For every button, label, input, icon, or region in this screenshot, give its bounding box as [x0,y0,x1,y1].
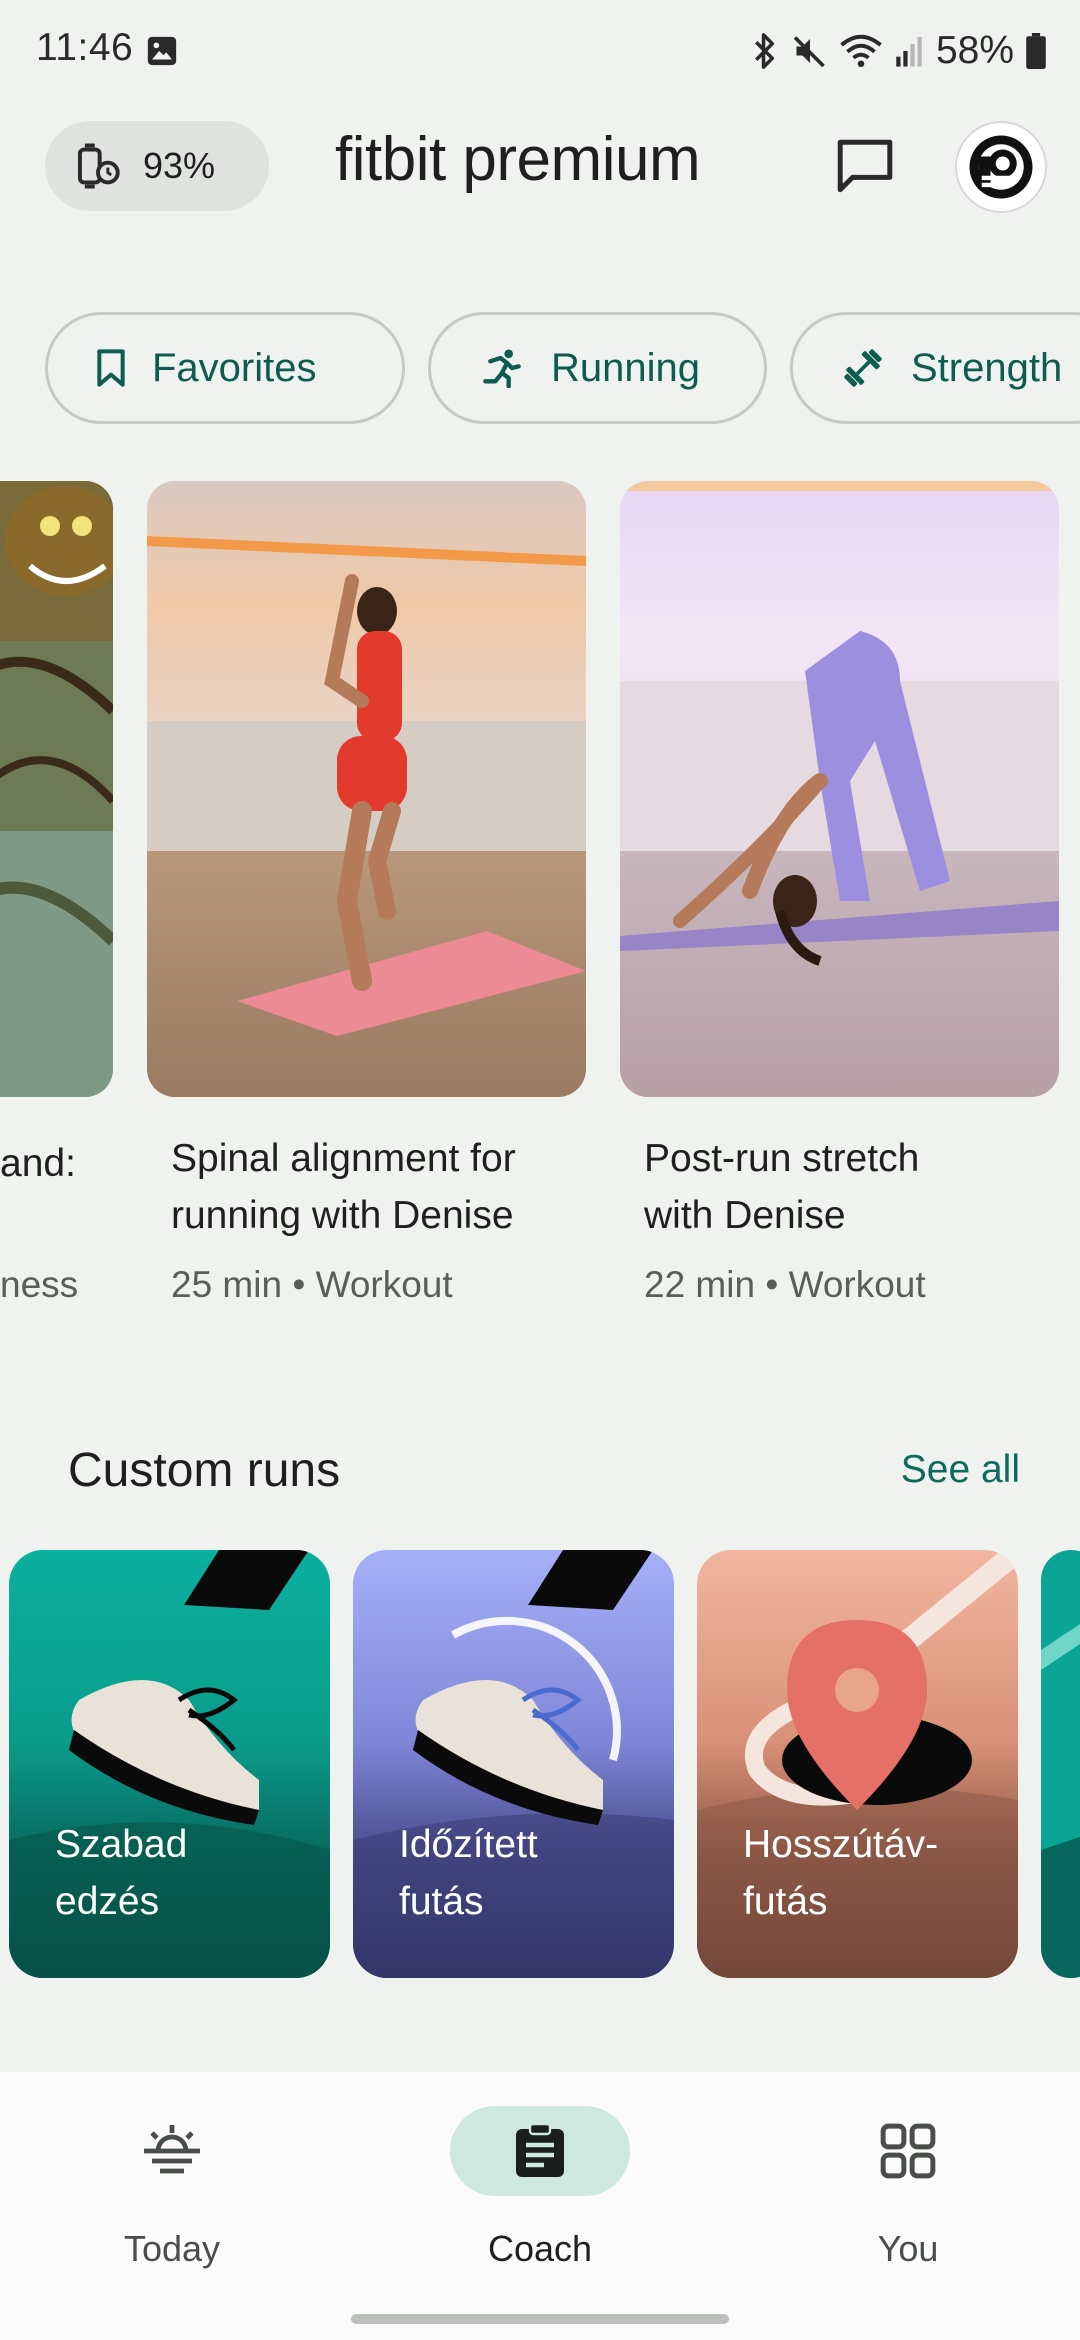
workout-title-line: Spinal alignment for [171,1137,516,1180]
chip-label: Favorites [152,345,317,390]
wifi-icon [840,34,882,68]
bookmark-icon [97,349,125,387]
run-card-label: Időzített futás [399,1816,538,1930]
gallery-icon [147,36,177,66]
workout-title-line: Post-run stretch [644,1137,920,1180]
app-title: fitbit premium [335,125,701,194]
workout-thumbnail-partial[interactable] [0,481,113,1097]
device-battery-icon [77,143,120,189]
chip-running[interactable]: Running [428,312,767,424]
workout-illustration [0,481,113,1097]
chip-label: Strength [911,345,1063,390]
dumbbell-icon [844,349,882,387]
run-card-label-line: Szabad [55,1823,188,1866]
nav-icon-container [82,2106,262,2196]
chip-strength[interactable]: Strength [790,312,1080,424]
running-icon [483,349,521,388]
home-indicator[interactable] [351,2314,729,2324]
device-battery-pill[interactable]: 93% [45,121,269,211]
status-time: 11:46 [36,26,134,69]
nav-you[interactable]: You [758,2072,1058,2272]
run-card-partial-illustration [1041,1550,1080,1978]
bottom-navigation: Today Coach You [0,2072,1080,2340]
chat-icon [837,139,893,193]
grid-icon [880,2123,936,2179]
profile-icon [969,135,1033,199]
workout-title[interactable]: Spinal alignment for running with Denise [171,1130,516,1244]
run-card-label-line: Hosszútáv- [743,1823,939,1866]
section-title: Custom runs [68,1444,341,1497]
workout-meta-partial: ness [0,1264,79,1305]
workout-meta: 25 min • Workout [171,1264,453,1305]
workout-title-partial: and: [0,1135,76,1192]
run-card-label-line: edzés [55,1880,160,1923]
nav-coach[interactable]: Coach [390,2072,690,2272]
chip-favorites[interactable]: Favorites [45,312,405,424]
bluetooth-icon [754,33,774,69]
avatar[interactable] [955,121,1047,213]
status-icons: 58% [750,26,1046,76]
run-card-label-line: Időzített [399,1823,538,1866]
workout-photo [620,481,1059,1097]
nav-today[interactable]: Today [22,2072,322,2272]
workout-photo [147,481,586,1097]
clipboard-icon [516,2123,564,2177]
workout-thumbnail[interactable] [147,481,586,1097]
workout-title-line: with Denise [644,1194,846,1237]
nav-icon-container [818,2106,998,2196]
mute-icon [793,36,825,68]
workout-title[interactable]: Post-run stretch with Denise [644,1130,919,1244]
workout-title-line: and: [0,1142,76,1185]
run-card-label: Hosszútáv- futás [743,1816,938,1930]
run-card-label-line: futás [399,1880,484,1923]
battery-icon [1026,33,1046,69]
sunrise-icon [144,2125,200,2174]
workout-thumbnail[interactable] [620,481,1059,1097]
run-card-label-line: futás [743,1880,828,1923]
battery-percent: 58% [935,29,1014,72]
device-battery-text: 93% [143,145,216,186]
workout-title-line: running with Denise [171,1194,514,1237]
run-card-label: Szabad edzés [55,1816,187,1930]
nav-label: Today [123,2228,221,2269]
messages-button[interactable] [830,131,900,201]
workout-meta: 22 min • Workout [644,1264,926,1305]
run-card-free[interactable]: Szabad edzés [9,1550,330,1978]
nav-label: You [877,2228,939,2269]
nav-label: Coach [487,2228,593,2269]
nav-icon-container-active [450,2106,630,2196]
run-card-timed[interactable]: Időzített futás [353,1550,674,1978]
see-all-link[interactable]: See all [901,1448,1020,1492]
signal-icon [896,36,922,67]
chip-label: Running [551,345,701,390]
run-card-partial[interactable] [1041,1550,1080,1978]
run-card-distance[interactable]: Hosszútáv- futás [697,1550,1018,1978]
status-bar: 11:46 58% [0,0,1080,100]
